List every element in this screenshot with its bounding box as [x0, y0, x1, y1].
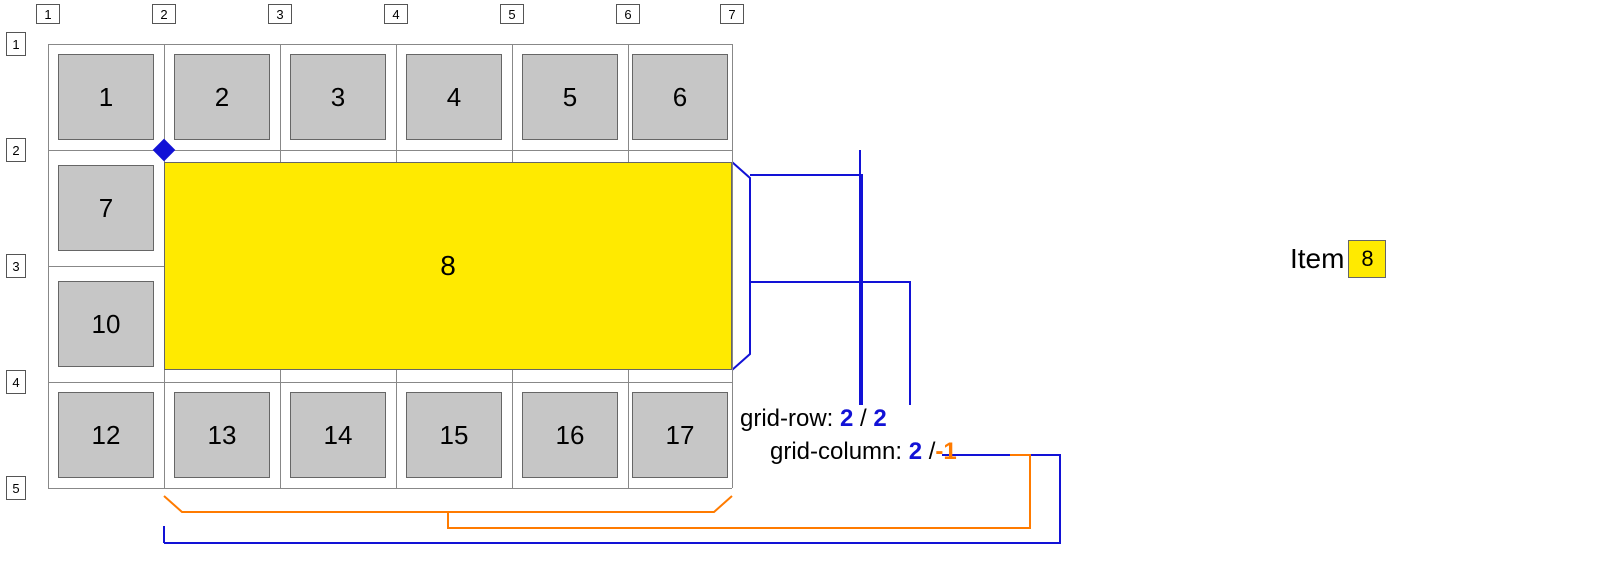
grid-origin-diamond-icon [153, 139, 176, 162]
grid-item-label: 5 [563, 82, 577, 113]
grid-item-label: 6 [673, 82, 687, 113]
row-line-number: 5 [6, 476, 26, 500]
row-line-marker: 1 [6, 32, 36, 56]
chevron-down-icon [500, 24, 524, 33]
col-line-marker: 7 [720, 4, 744, 34]
grid-item-label: 2 [215, 82, 229, 113]
grid-item: 13 [174, 392, 270, 478]
grid-item-label: 3 [331, 82, 345, 113]
grid-row-line [48, 382, 732, 383]
grid-item: 5 [522, 54, 618, 140]
chevron-right-icon [26, 370, 35, 394]
legend-swatch: 8 [1348, 240, 1386, 278]
chevron-down-icon [616, 24, 640, 33]
row-line-number: 2 [6, 138, 26, 162]
grid-item: 4 [406, 54, 502, 140]
chevron-down-icon [152, 24, 176, 33]
row-line-marker: 3 [6, 254, 36, 278]
grid-item-label: 16 [556, 420, 585, 451]
grid-item-highlight: 8 [164, 162, 732, 370]
grid-item: 3 [290, 54, 386, 140]
col-line-marker: 2 [152, 4, 176, 34]
col-line-number: 2 [152, 4, 176, 24]
grid-item: 14 [290, 392, 386, 478]
grid-item-label: 8 [440, 250, 456, 282]
grid-row-line [48, 44, 732, 45]
grid-item-label: 4 [447, 82, 461, 113]
grid-row-line [48, 150, 732, 151]
legend-swatch-label: 8 [1361, 246, 1373, 272]
grid-item: 17 [632, 392, 728, 478]
annotation-grid-column: grid-column: 2 /-1 [770, 438, 957, 466]
col-line-marker: 4 [384, 4, 408, 34]
col-line-marker: 5 [500, 4, 524, 34]
legend: Item 8 [1290, 240, 1386, 278]
grid-item: 15 [406, 392, 502, 478]
diagram-stage: Item 8 123456712345123456710121314151617… [0, 0, 1600, 575]
row-line-number: 3 [6, 254, 26, 278]
grid-item-label: 14 [324, 420, 353, 451]
css-value-start: 2 [840, 405, 853, 432]
grid-item-label: 12 [92, 420, 121, 451]
legend-text: Item [1290, 243, 1344, 275]
grid-row-line [48, 488, 732, 489]
grid-item-label: 7 [99, 193, 113, 224]
chevron-down-icon [720, 24, 744, 33]
col-line-number: 1 [36, 4, 60, 24]
css-value-end: 2 [873, 405, 886, 432]
chevron-down-icon [268, 24, 292, 33]
row-line-marker: 2 [6, 138, 36, 162]
col-line-number: 7 [720, 4, 744, 24]
grid-item: 16 [522, 392, 618, 478]
col-line-number: 6 [616, 4, 640, 24]
grid-col-line [732, 44, 733, 488]
grid-col-line [48, 44, 49, 488]
row-line-number: 4 [6, 370, 26, 394]
grid-item: 6 [632, 54, 728, 140]
css-prop-name: grid-column: [770, 438, 909, 465]
grid-item-label: 17 [666, 420, 695, 451]
chevron-right-icon [26, 138, 35, 162]
grid-item-label: 15 [440, 420, 469, 451]
chevron-right-icon [26, 254, 35, 278]
row-line-marker: 5 [6, 476, 36, 500]
chevron-right-icon [26, 476, 35, 500]
grid-item: 7 [58, 165, 154, 251]
col-line-number: 4 [384, 4, 408, 24]
css-prop-name: grid-row: [740, 405, 840, 432]
chevron-right-icon [26, 32, 35, 56]
row-line-number: 1 [6, 32, 26, 56]
row-line-marker: 4 [6, 370, 36, 394]
col-line-number: 3 [268, 4, 292, 24]
grid-item: 12 [58, 392, 154, 478]
css-value-start: 2 [909, 438, 922, 465]
col-line-marker: 1 [36, 4, 60, 34]
chevron-down-icon [36, 24, 60, 33]
grid-item-label: 13 [208, 420, 237, 451]
annotation-grid-row: grid-row: 2 / 2 [740, 405, 887, 433]
grid-item: 2 [174, 54, 270, 140]
chevron-down-icon [384, 24, 408, 33]
grid-item-label: 1 [99, 82, 113, 113]
col-line-number: 5 [500, 4, 524, 24]
grid-item: 10 [58, 281, 154, 367]
col-line-marker: 6 [616, 4, 640, 34]
col-line-marker: 3 [268, 4, 292, 34]
grid-item-label: 10 [92, 309, 121, 340]
grid-item: 1 [58, 54, 154, 140]
css-value-end: -1 [935, 438, 956, 465]
